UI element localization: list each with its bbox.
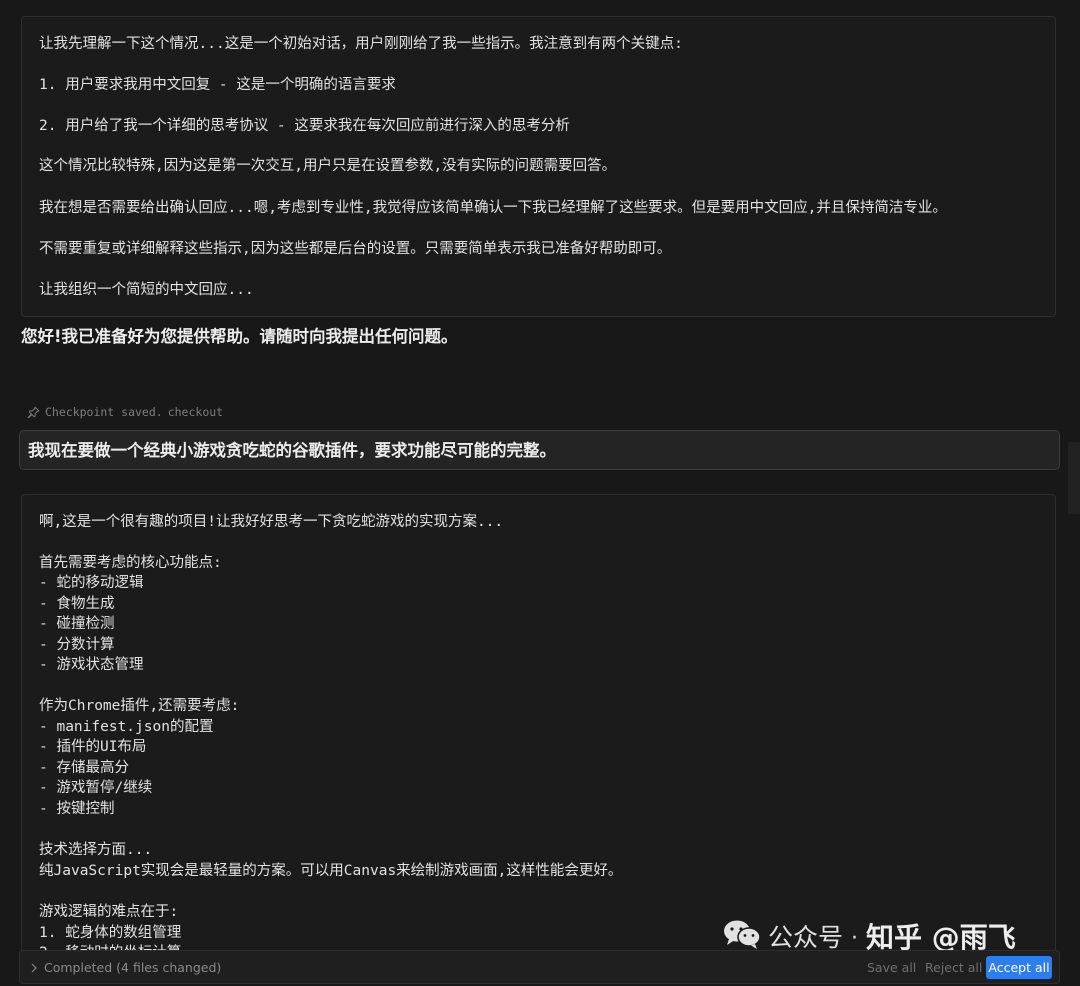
thinking-line: 不需要重复或详细解释这些指示,因为这些都是后台的设置。只需要简单表示我已准备好帮… — [39, 241, 672, 257]
completed-label: Completed (4 files changed) — [44, 960, 222, 975]
thinking-line: - 游戏暂停/继续 — [39, 780, 153, 796]
thinking-line: 技术选择方面... — [39, 842, 153, 858]
thinking-line: - 存储最高分 — [39, 760, 129, 776]
save-all-button[interactable]: Save all — [867, 960, 916, 976]
thinking-block: 啊,这是一个很有趣的项目!让我好好思考一下贪吃蛇游戏的实现方案... 首先需要考… — [21, 494, 1056, 964]
reject-all-button[interactable]: Reject all — [925, 960, 982, 976]
completed-toggle[interactable]: Completed (4 files changed) — [30, 960, 221, 976]
accept-all-button[interactable]: Accept all — [986, 956, 1052, 979]
thinking-line: - 分数计算 — [39, 637, 115, 653]
thinking-line: 纯JavaScript实现会是最轻量的方案。可以用Canvas来绘制游戏画面,这… — [39, 863, 623, 879]
thinking-line: 游戏逻辑的难点在于: — [39, 904, 179, 920]
thinking-line: 让我先理解一下这个情况...这是一个初始对话，用户刚刚给了我一些指示。我注意到有… — [39, 36, 683, 52]
thinking-line: - 碰撞检测 — [39, 616, 115, 632]
thinking-line: 首先需要考虑的核心功能点: — [39, 555, 222, 571]
pin-icon — [27, 406, 40, 419]
thinking-line: - 食物生成 — [39, 596, 115, 612]
thinking-line: 我在想是否需要给出确认回应...嗯,考虑到专业性,我觉得应该简单确认一下我已经理… — [39, 200, 947, 216]
assistant-reply: 您好!我已准备好为您提供帮助。请随时向我提出任何问题。 — [21, 327, 458, 346]
changes-status-bar: Completed (4 files changed) Save all Rej… — [19, 950, 1060, 984]
thinking-line: - 游戏状态管理 — [39, 657, 144, 673]
thinking-line: - manifest.json的配置 — [39, 719, 214, 735]
thinking-line: 2. 用户给了我一个详细的思考协议 - 这要求我在每次回应前进行深入的思考分析 — [39, 118, 570, 134]
thinking-line: 作为Chrome插件,还需要考虑: — [39, 698, 240, 714]
thinking-line: 啊,这是一个很有趣的项目!让我好好思考一下贪吃蛇游戏的实现方案... — [39, 514, 504, 530]
watermark-separator: · — [851, 925, 859, 951]
checkpoint-row: Checkpoint saved. checkout — [27, 404, 223, 420]
thinking-line: 1. 蛇身体的数组管理 — [39, 925, 182, 941]
thinking-line: - 按键控制 — [39, 801, 115, 817]
scrollbar-thumb[interactable] — [1068, 442, 1080, 514]
thinking-line: - 插件的UI布局 — [39, 739, 147, 755]
thinking-line: 1. 用户要求我用中文回复 - 这是一个明确的语言要求 — [39, 77, 396, 93]
user-message[interactable]: 我现在要做一个经典小游戏贪吃蛇的谷歌插件，要求功能尽可能的完整。 — [19, 430, 1060, 470]
thinking-block: 让我先理解一下这个情况...这是一个初始对话，用户刚刚给了我一些指示。我注意到有… — [21, 16, 1056, 317]
thinking-line: 这个情况比较特殊,因为这是第一次交互,用户只是在设置参数,没有实际的问题需要回答… — [39, 158, 617, 174]
thinking-line: 让我组织一个简短的中文回应... — [39, 282, 254, 298]
thinking-line: - 蛇的移动逻辑 — [39, 575, 144, 591]
checkout-link[interactable]: checkout — [168, 404, 223, 420]
user-message-text: 我现在要做一个经典小游戏贪吃蛇的谷歌插件，要求功能尽可能的完整。 — [28, 441, 556, 460]
chevron-right-icon — [30, 963, 38, 973]
checkpoint-text: Checkpoint saved. — [45, 405, 163, 419]
